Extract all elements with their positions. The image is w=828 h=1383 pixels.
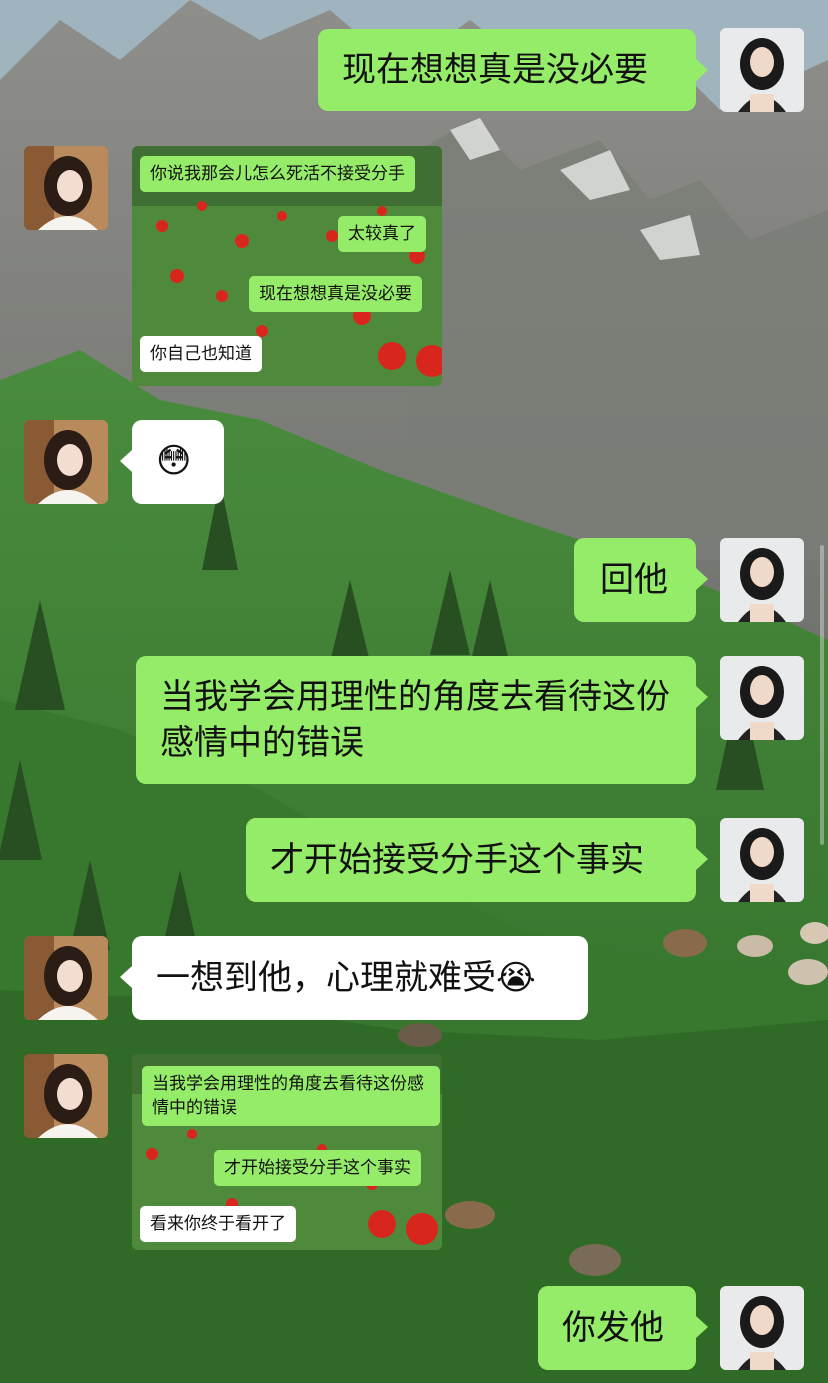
my-avatar[interactable] <box>720 818 804 902</box>
message-text: 才开始接受分手这个事实 <box>270 840 644 880</box>
their-avatar[interactable] <box>24 1054 108 1138</box>
bubble-tail <box>696 568 708 590</box>
bubble-tail <box>696 848 708 870</box>
message-bubble-me[interactable]: 回他 <box>574 538 708 622</box>
screenshot-message: 看来你终于看开了 <box>140 1206 296 1242</box>
chat-screenshot-image[interactable]: 你说我那会儿怎么死活不接受分手 太较真了 现在想想真是没必要 你自己也知道 <box>132 146 442 386</box>
their-avatar[interactable] <box>24 936 108 1020</box>
message-text: 一想到他，心理就难受😭 <box>156 958 536 998</box>
woman-avatar-icon <box>24 146 108 230</box>
screenshot-message: 当我学会用理性的角度去看待这份感情中的错误 <box>142 1066 440 1126</box>
bubble-tail <box>120 450 132 472</box>
message-text: 现在想想真是没必要 <box>342 50 648 90</box>
woman-avatar-icon <box>24 1054 108 1138</box>
screenshot-message: 你自己也知道 <box>140 336 262 372</box>
message-text: 回他 <box>600 560 668 600</box>
message-bubble-them[interactable]: 😳 <box>120 420 224 504</box>
my-avatar[interactable] <box>720 1286 804 1370</box>
woman-avatar-icon <box>24 420 108 504</box>
woman-avatar-icon <box>720 656 804 740</box>
message-text: 你发他 <box>562 1308 664 1348</box>
screenshot-message: 现在想想真是没必要 <box>249 276 422 312</box>
woman-avatar-icon <box>720 28 804 112</box>
message-bubble-me[interactable]: 当我学会用理性的角度去看待这份感情中的错误 <box>136 656 708 784</box>
screenshot-message-text: 当我学会用理性的角度去看待这份感情中的错误 <box>152 1074 424 1118</box>
bubble-tail <box>696 686 708 708</box>
bubble-tail <box>696 1316 708 1338</box>
chat-screenshot-image[interactable]: 当我学会用理性的角度去看待这份感情中的错误 才开始接受分手这个事实 看来你终于看… <box>132 1054 442 1250</box>
my-avatar[interactable] <box>720 538 804 622</box>
flushed-face-emoji: 😳 <box>156 441 192 481</box>
message-text: 当我学会用理性的角度去看待这份感情中的错误 <box>160 677 670 763</box>
bubble-tail <box>120 966 132 988</box>
message-bubble-me[interactable]: 你发他 <box>538 1286 708 1370</box>
message-bubble-them[interactable]: 一想到他，心理就难受😭 <box>120 936 588 1020</box>
woman-avatar-icon <box>720 818 804 902</box>
message-bubble-me[interactable]: 才开始接受分手这个事实 <box>246 818 708 902</box>
their-avatar[interactable] <box>24 146 108 230</box>
my-avatar[interactable] <box>720 656 804 740</box>
screenshot-message: 太较真了 <box>338 216 426 252</box>
scrollbar[interactable] <box>820 545 824 845</box>
woman-avatar-icon <box>720 538 804 622</box>
screenshot-message: 你说我那会儿怎么死活不接受分手 <box>140 156 415 192</box>
bubble-tail <box>696 59 708 81</box>
screenshot-message: 才开始接受分手这个事实 <box>214 1150 421 1186</box>
woman-avatar-icon <box>720 1286 804 1370</box>
their-avatar[interactable] <box>24 420 108 504</box>
my-avatar[interactable] <box>720 28 804 112</box>
woman-avatar-icon <box>24 936 108 1020</box>
message-bubble-me[interactable]: 现在想想真是没必要 <box>318 29 708 111</box>
